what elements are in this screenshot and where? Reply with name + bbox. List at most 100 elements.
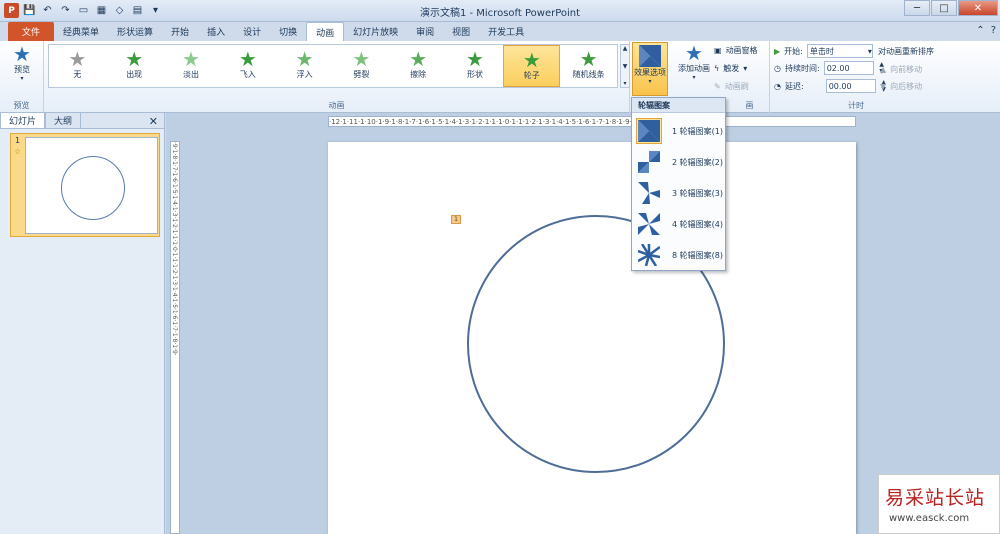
spoke-2-option[interactable]: 2 轮辐图案(2) [634,147,724,177]
option-label: 4 轮辐图案(4) [672,219,723,229]
option-label: 2 轮辐图案(2) [672,157,723,167]
delay-value: 00.00 [828,81,852,91]
trigger-button[interactable]: ϟ 触发 ▾ [714,63,747,74]
anim-wipe[interactable]: ★ 擦除 [390,45,447,87]
anim-split[interactable]: ★ 劈裂 [333,45,390,87]
animations-group-label: 动画 [328,101,345,110]
minimize-ribbon-icon[interactable]: ⌃ [976,25,984,36]
ribbon-help-area: ⌃ ? [976,25,996,36]
tab-view[interactable]: 视图 [443,22,479,41]
effect-options-dropdown: 轮辐图案 1 轮辐图案(1) 2 轮辐图案(2) 3 轮辐图案(3) 4 轮辐图… [631,97,726,271]
add-animation-button[interactable]: ★ 添加动画 ▾ [674,43,714,81]
move-later-button[interactable]: ▼ 向后移动 [880,81,922,92]
reorder-heading: 对动画重新排序 [878,47,934,56]
animation-pane-button[interactable]: ▣ 动画窗格 [714,45,758,56]
add-animation-label: 添加动画 [678,64,710,73]
tab-transitions[interactable]: 切换 [270,22,306,41]
gallery-more-icon[interactable]: ▾ [623,80,626,87]
option-label: 8 轮辐图案(8) [672,250,723,260]
star-icon: ★ [68,47,87,71]
anim-float-in[interactable]: ★ 浮入 [276,45,333,87]
anim-shape[interactable]: ★ 形状 [447,45,504,87]
scroll-down-icon[interactable]: ▼ [623,63,628,70]
move-later-label: 向后移动 [890,82,923,91]
slides-panel: 幻灯片 大纲 ✕ 1 ☆ [0,112,165,534]
slide-thumbnail[interactable] [25,137,158,234]
tab-classic-menu[interactable]: 经典菜单 [54,22,108,41]
move-earlier-button[interactable]: ▲ 向前移动 [880,64,922,75]
gallery-scrollbar[interactable]: ▲ ▼ ▾ [620,44,630,88]
anim-wheel[interactable]: ★ 轮子 [503,45,561,87]
start-select[interactable]: 单击时 ▾ [806,44,873,58]
spoke-1-option[interactable]: 1 轮辐图案(1) [634,116,724,146]
spoke-3-option[interactable]: 3 轮辐图案(3) [634,178,724,208]
timing-group: ▶ 开始: 单击时 ▾ ◷ 持续时间: 02.00 ▲ ▼ ◔ 延迟: 00.00 … [770,41,942,113]
painter-icon: ✎ [714,82,721,91]
spoke-2-icon [636,149,662,175]
star-icon: ★ [182,47,200,71]
anim-label: 擦除 [410,70,427,79]
animation-order-tag[interactable]: 1 [451,215,461,224]
animation-painter-button[interactable]: ✎ 动画刷 [714,81,749,92]
tab-outline[interactable]: 大纲 [45,112,82,128]
tab-design[interactable]: 设计 [234,22,270,41]
chevron-down-icon: ▾ [867,46,872,56]
anim-none[interactable]: ★ 无 [49,45,106,87]
animation-marker-icon: ☆ [14,147,22,156]
tab-developer[interactable]: 开发工具 [479,22,533,41]
tab-shape-ops[interactable]: 形状运算 [108,22,162,41]
star-icon: ★ [352,47,371,71]
play-icon: ▶ [774,46,781,56]
preview-group-label: 预览 [13,101,30,110]
trigger-label: 触发 [723,64,740,73]
star-icon: ★ [238,47,257,71]
window-title: 演示文稿1 - Microsoft PowerPoint [419,8,581,19]
add-animation-icon: ★ [685,41,703,65]
move-earlier-label: 向前移动 [890,65,923,74]
start-label: 开始: [784,46,803,56]
watermark-url: www.easck.com [889,513,970,524]
anim-fly-in[interactable]: ★ 飞入 [219,45,276,87]
anim-label: 劈裂 [353,70,370,79]
tab-slides[interactable]: 幻灯片 [0,112,46,128]
delay-label: 延迟: [784,81,804,91]
minimize-icon[interactable]: ─ [904,0,930,16]
tab-file[interactable]: 文件 [8,22,55,41]
effect-options-button[interactable]: 效果选项 ▾ [632,42,668,96]
anim-appear[interactable]: ★ 出现 [106,45,163,87]
option-label: 3 轮辐图案(3) [672,188,723,198]
spoke-4-icon [636,211,662,237]
spoke-8-option[interactable]: 8 轮辐图案(8) [634,240,724,270]
chevron-down-icon: ▾ [20,75,24,82]
anim-label: 随机线条 [572,70,605,79]
slide-number: 1 [15,136,21,145]
scroll-up-icon[interactable]: ▲ [623,45,628,52]
preview-label: 预览 [14,65,30,74]
tab-animations[interactable]: 动画 [306,22,345,41]
slide-thumbnail-item[interactable]: 1 ☆ [10,133,160,237]
horizontal-ruler: ·12·1·11·1·10·1·9·1·8·1·7·1·6·1·5·1·4·1·… [328,116,856,127]
duration-input[interactable]: 02.00 [823,61,874,75]
chevron-down-icon: ▾ [743,64,748,73]
anim-fade[interactable]: ★ 淡出 [163,45,220,87]
delay-input[interactable]: 00.00 [825,79,876,93]
star-icon: ★ [409,47,428,71]
tab-review[interactable]: 审阅 [407,22,443,41]
tab-slideshow[interactable]: 幻灯片放映 [344,22,407,41]
advanced-group-label: 画 [745,101,754,110]
anim-label: 形状 [466,70,483,79]
spoke-4-option[interactable]: 4 轮辐图案(4) [634,209,724,239]
anim-random-bars[interactable]: ★ 随机线条 [560,45,617,87]
close-icon[interactable]: ✕ [958,0,998,16]
watermark-title: 易采站长站 [885,487,986,509]
close-panel-icon[interactable]: ✕ [149,115,164,128]
tab-home[interactable]: 开始 [162,22,198,41]
slide-canvas[interactable]: 1 [328,142,856,534]
maximize-icon[interactable]: □ [931,0,957,16]
delay-row: ◔ 延迟: 00.00 ▲ ▼ [774,79,888,93]
tab-insert[interactable]: 插入 [198,22,234,41]
star-icon: ★ [466,47,484,71]
help-icon[interactable]: ? [991,25,996,36]
preview-button[interactable]: ★ 预览 ▾ [6,44,38,82]
wheel-effect-icon [639,45,661,67]
